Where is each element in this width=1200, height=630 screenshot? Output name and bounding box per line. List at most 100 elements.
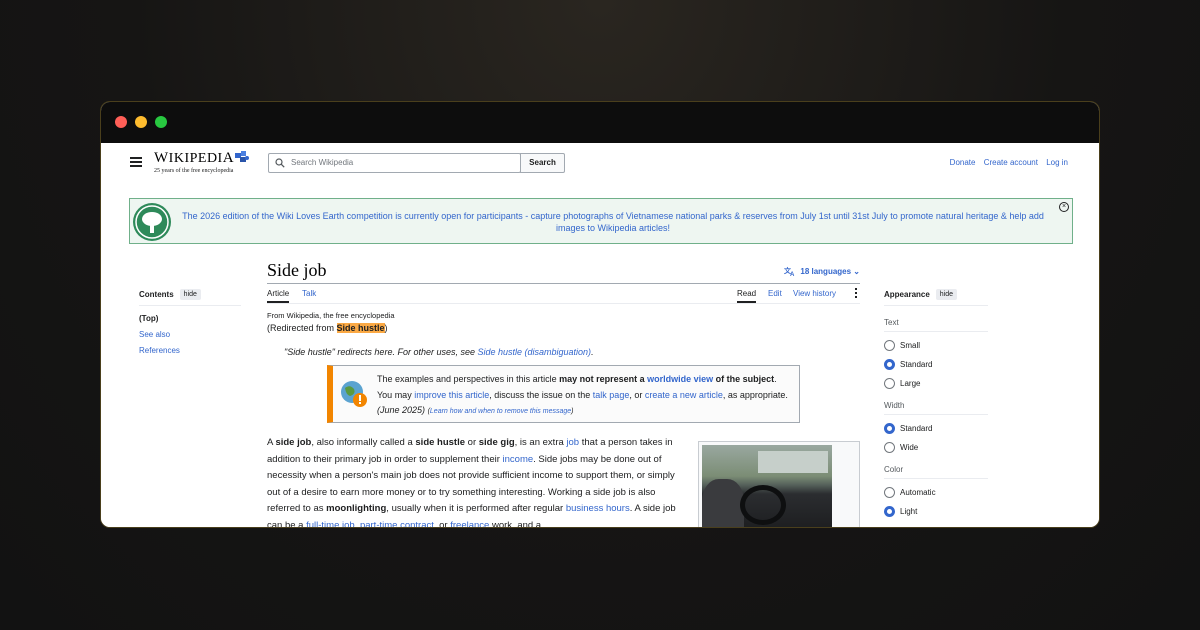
tab-read[interactable]: Read (737, 289, 757, 303)
wikipedia-page: WIKIPEDIA 25 years of the free encyclope… (101, 143, 1099, 528)
banner-text[interactable]: The 2026 edition of the Wiki Loves Earth… (172, 210, 1054, 234)
talk-page-link[interactable]: talk page (593, 390, 630, 400)
radio-label: Small (900, 341, 921, 350)
search-input[interactable]: Search Wikipedia (268, 153, 521, 173)
close-window-button[interactable] (115, 116, 127, 128)
toc-header: Contents hide (139, 289, 241, 306)
translate-icon: 文A (784, 266, 795, 276)
term-side-gig: side gig (478, 437, 515, 448)
radio-icon (884, 378, 895, 389)
appearance-header: Appearance hide (884, 289, 988, 306)
language-button[interactable]: 文A 18 languages ⌄ (784, 266, 860, 276)
browser-window: WIKIPEDIA 25 years of the free encyclope… (100, 101, 1100, 528)
width-label: Width (884, 401, 988, 415)
radio-icon (884, 487, 895, 498)
article-image-thumbnail[interactable] (698, 441, 860, 527)
ambox-text-4: , or (629, 389, 645, 400)
toc-item-references[interactable]: References (139, 346, 241, 355)
minimize-window-button[interactable] (135, 116, 147, 128)
toc-title: Contents (139, 290, 174, 299)
close-icon[interactable]: × (1059, 202, 1069, 212)
article-title-row: Side job 文A 18 languages ⌄ (267, 258, 860, 284)
ambox-date: (June 2025) (377, 405, 426, 415)
body-text-7: , usually when it is performed after reg… (386, 503, 566, 514)
wikipedia-logo[interactable]: WIKIPEDIA 25 years of the free encyclope… (154, 150, 250, 174)
search-placeholder: Search Wikipedia (291, 158, 354, 167)
personal-tools: Donate Create account Log in (944, 158, 1068, 167)
logo-tagline: 25 years of the free encyclopedia (154, 168, 234, 174)
term-moonlighting: moonlighting (326, 503, 387, 514)
text-size-standard-radio[interactable]: Standard (884, 359, 988, 370)
body-text-11: work, and a (489, 519, 542, 528)
color-automatic-radio[interactable]: Automatic (884, 487, 988, 498)
page-tabs: Article Talk Read Edit View history (267, 284, 860, 304)
article-content: Side job 文A 18 languages ⌄ Article Talk … (267, 258, 860, 528)
hatnote-link[interactable]: Side hustle (disambiguation) (477, 347, 591, 357)
site-subtitle: From Wikipedia, the free encyclopedia (267, 311, 395, 320)
term-side-hustle: side hustle (415, 437, 466, 448)
maximize-window-button[interactable] (155, 116, 167, 128)
text-size-large-radio[interactable]: Large (884, 378, 988, 389)
ambox-bold-2: of the subject (713, 374, 775, 384)
hatnote-text: "Side hustle" redirects here. For other … (284, 347, 478, 357)
log-in-link[interactable]: Log in (1046, 158, 1068, 167)
width-standard-radio[interactable]: Standard (884, 423, 988, 434)
improve-article-link[interactable]: improve this article (414, 390, 489, 400)
language-count: 18 languages (800, 267, 852, 276)
ambox-text-1: The examples and perspectives in this ar… (377, 374, 560, 384)
radio-label: Automatic (900, 488, 936, 497)
ambox-text-5: , as appropriate. (722, 389, 788, 400)
donate-link[interactable]: Donate (950, 158, 976, 167)
part-time-contract-link[interactable]: part-time contract (360, 520, 434, 528)
tab-talk[interactable]: Talk (302, 289, 316, 298)
maintenance-message-box: The examples and perspectives in this ar… (327, 365, 800, 423)
search-button[interactable]: Search (520, 153, 565, 173)
body-text-4: , is an extra (514, 437, 567, 448)
full-time-job-link[interactable]: full-time job (306, 520, 355, 528)
toc-item-see-also[interactable]: See also (139, 330, 241, 339)
radio-label: Standard (900, 424, 933, 433)
business-hours-link[interactable]: business hours (566, 503, 630, 514)
page-title: Side job (267, 260, 327, 280)
tab-edit[interactable]: Edit (768, 289, 782, 298)
driver-photo (702, 445, 832, 527)
radio-selected-icon (884, 506, 895, 517)
text-size-label: Text (884, 318, 988, 332)
create-account-link[interactable]: Create account (984, 158, 1038, 167)
window-titlebar (101, 102, 1099, 143)
learn-remove-message-link[interactable]: Learn how and when to remove this messag… (430, 408, 571, 415)
tab-article[interactable]: Article (267, 289, 290, 303)
tab-view-history[interactable]: View history (793, 289, 836, 298)
width-wide-radio[interactable]: Wide (884, 442, 988, 453)
body-text-10: , or (433, 519, 451, 528)
chevron-down-icon: ⌄ (853, 267, 860, 276)
worldwide-view-link[interactable]: worldwide view (647, 374, 713, 384)
radio-label: Large (900, 379, 921, 388)
color-light-radio[interactable]: Light (884, 506, 988, 517)
create-article-link[interactable]: create a new article (645, 390, 723, 400)
appearance-panel: Appearance hide Text Small Standard Larg… (884, 289, 988, 517)
radio-selected-icon (884, 423, 895, 434)
radio-icon (884, 442, 895, 453)
body-text-2: , also informally called a (311, 437, 416, 448)
income-link[interactable]: income (503, 454, 534, 465)
freelance-link[interactable]: freelance (450, 520, 489, 528)
radio-label: Standard (900, 360, 933, 369)
ambox-text-3: , discuss the issue on the (489, 389, 593, 400)
toc-item-top[interactable]: (Top) (139, 314, 241, 323)
radio-icon (884, 340, 895, 351)
job-link[interactable]: job (566, 437, 579, 448)
globe-warning-icon (341, 381, 367, 407)
toc-hide-button[interactable]: hide (179, 289, 201, 300)
search-icon (275, 158, 285, 168)
main-menu-icon[interactable] (130, 157, 142, 169)
text-size-small-radio[interactable]: Small (884, 340, 988, 351)
tree-icon (133, 203, 171, 241)
table-of-contents: Contents hide (Top) See also References (139, 289, 241, 355)
redirect-prefix: (Redirected from (267, 323, 337, 333)
appearance-hide-button[interactable]: hide (935, 289, 958, 300)
logo-wordmark: WIKIPEDIA (154, 150, 250, 167)
puzzle-globe-icon (235, 151, 250, 162)
redirect-term[interactable]: Side hustle (336, 323, 385, 333)
more-tools-icon[interactable] (855, 288, 858, 300)
